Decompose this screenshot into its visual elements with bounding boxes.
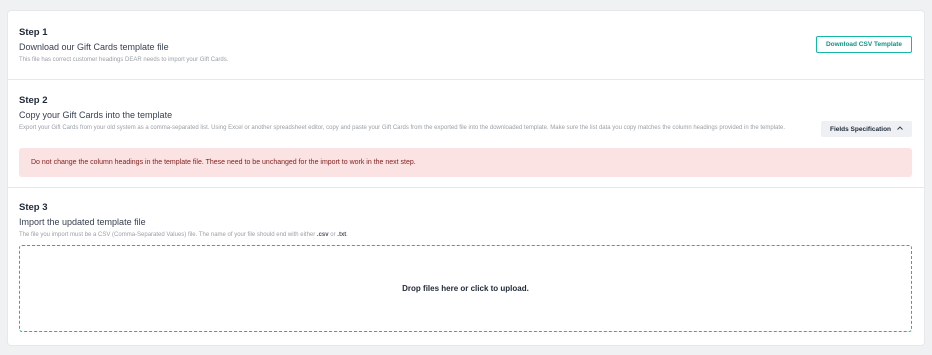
file-dropzone[interactable]: Drop files here or click to upload. [19, 245, 912, 332]
step-1-description: This file has correct customer headings … [19, 57, 229, 63]
step-1-subtitle: Download our Gift Cards template file [19, 42, 169, 52]
fields-specification-button[interactable]: Fields Specification [821, 121, 912, 137]
step-1-title: Step 1 [19, 27, 48, 38]
step-3-description: The file you import must be a CSV (Comma… [19, 231, 348, 239]
download-csv-template-button[interactable]: Download CSV Template [816, 36, 912, 53]
step-2-title: Step 2 [19, 95, 48, 106]
fields-specification-label: Fields Specification [829, 125, 892, 133]
step-3-description-suffix: . [346, 232, 348, 238]
dropzone-label: Drop files here or click to upload. [402, 284, 529, 293]
ext-csv: .csv [316, 232, 329, 238]
warning-alert: Do not change the column headings in the… [19, 148, 912, 177]
step-2-description: Export your Gift Cards from your old sys… [19, 125, 786, 131]
import-card: Step 1 Download our Gift Cards template … [8, 11, 924, 345]
step-2-subtitle: Copy your Gift Cards into the template [19, 110, 173, 120]
step-3-subtitle: Import the updated template file [19, 217, 146, 227]
step-3-title: Step 3 [19, 202, 48, 213]
ext-txt: .txt [337, 232, 347, 238]
step-3-description-mid: or [328, 232, 338, 238]
step-2-section: Step 2 Copy your Gift Cards into the tem… [8, 79, 924, 188]
step-3-section: Step 3 Import the updated template file … [8, 187, 924, 345]
step-3-description-prefix: The file you import must be a CSV (Comma… [19, 232, 317, 238]
warning-alert-text: Do not change the column headings in the… [31, 159, 416, 166]
chevron-up-icon [897, 126, 903, 132]
step-1-section: Step 1 Download our Gift Cards template … [8, 11, 924, 80]
